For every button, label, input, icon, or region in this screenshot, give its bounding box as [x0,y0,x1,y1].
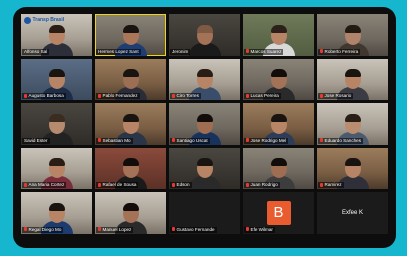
participant-tile[interactable]: Pablo Fernandez [95,58,166,101]
participant-tile[interactable]: Ana Maria Cortez [21,147,92,190]
mic-muted-icon [172,93,175,98]
participant-tile[interactable]: Augusto Barbosa [21,58,92,101]
participant-name: Sebastian Mo [96,137,133,144]
mic-muted-icon [246,182,249,187]
participant-tile-avatar[interactable]: B Efe Wilmar [243,192,314,234]
mic-muted-icon [246,227,249,232]
participant-name: Regal Diego Mo [22,226,64,233]
mic-muted-icon [320,93,323,98]
mic-muted-icon [98,227,101,232]
participant-tile-video-off[interactable]: Gustavo Fernande [169,192,240,234]
mic-muted-icon [24,93,27,98]
participant-name: Jeronim [170,48,191,55]
participant-tile[interactable]: Santiago Uscat [169,103,240,145]
participant-name: Manuel Lopez [96,226,134,233]
participant-name: Jose Rosario [318,93,354,100]
mic-muted-icon [24,227,27,232]
mic-muted-icon [172,138,175,143]
mic-muted-icon [246,138,249,143]
zoom-meeting-window: Transp Brasil Alfonso Sal Hermes Lopez S… [13,7,396,248]
participant-tile[interactable]: Ramirez [317,147,388,190]
participant-name: Hermes Lopez Sant [96,48,141,55]
participant-tile[interactable]: Regal Diego Mo [21,192,92,234]
mic-muted-icon [98,182,101,187]
participant-name: Eduardo Sanches [318,137,364,144]
participant-tile[interactable]: Juan Rodrigo [243,147,314,190]
participant-name: Jose Rodrigo Mel [244,137,289,144]
mic-muted-icon [320,182,323,187]
participant-name: Ramirez [318,182,344,189]
mic-muted-icon [98,93,101,98]
participant-name: Pablo Fernandez [96,93,140,100]
participant-name-centered: Exfee K [341,210,363,217]
participant-tile[interactable]: Marcos Suarez [243,14,314,56]
participant-name: Juan Rodrigo [244,182,280,189]
mic-muted-icon [172,182,175,187]
mic-muted-icon [320,138,323,143]
mic-muted-icon [24,182,27,187]
participant-name: Marcos Suarez [244,48,284,55]
participant-name: Gustavo Fernande [170,226,217,233]
participant-name: Lucas Pereira [244,93,281,100]
participant-tile-active-speaker[interactable]: Hermes Lopez Sant [95,14,166,56]
participant-name: Edson [170,182,192,189]
participant-tile[interactable]: Ciro Torres [169,58,240,101]
participant-name: Efe Wilmar [244,226,275,233]
participant-tile[interactable]: Manuel Lopez [95,192,166,234]
mic-muted-icon [246,49,249,54]
participant-name: Augusto Barbosa [22,93,66,100]
participant-avatar: B [266,201,291,226]
mic-muted-icon [246,93,249,98]
participant-name: Ana Maria Cortez [22,182,67,189]
mic-muted-icon [172,227,175,232]
participant-name: Savid Ester [22,137,50,144]
participant-tile[interactable]: Jeronim [169,14,240,56]
participant-tile[interactable]: Sebastian Mo [95,103,166,145]
participant-tile[interactable]: Edson [169,147,240,190]
participant-tile[interactable]: Jose Rosario [317,58,388,101]
participant-tile[interactable]: Roberto Ferreira [317,14,388,56]
mic-muted-icon [98,138,101,143]
participant-tile[interactable]: Jose Rodrigo Mel [243,103,314,145]
participant-name: Roberto Ferreira [318,48,361,55]
participant-video [186,20,224,56]
participant-name: Ciro Torres [170,93,201,100]
participant-name: Rafael de Sousa [96,182,139,189]
participant-tile-video-off[interactable]: Exfee K [317,192,388,234]
participant-tile[interactable]: Lucas Pereira [243,58,314,101]
participant-name: Santiago Uscat [170,137,210,144]
participant-tile[interactable]: Rafael de Sousa [95,147,166,190]
logo-icon [24,17,31,24]
participant-tile[interactable]: Eduardo Sanches [317,103,388,145]
participant-tile[interactable]: Transp Brasil Alfonso Sal [21,14,92,56]
participant-tile[interactable]: Savid Ester [21,103,92,145]
mic-muted-icon [320,49,323,54]
gallery-view-grid: Transp Brasil Alfonso Sal Hermes Lopez S… [21,14,388,242]
participant-name: Alfonso Sal [22,48,50,55]
